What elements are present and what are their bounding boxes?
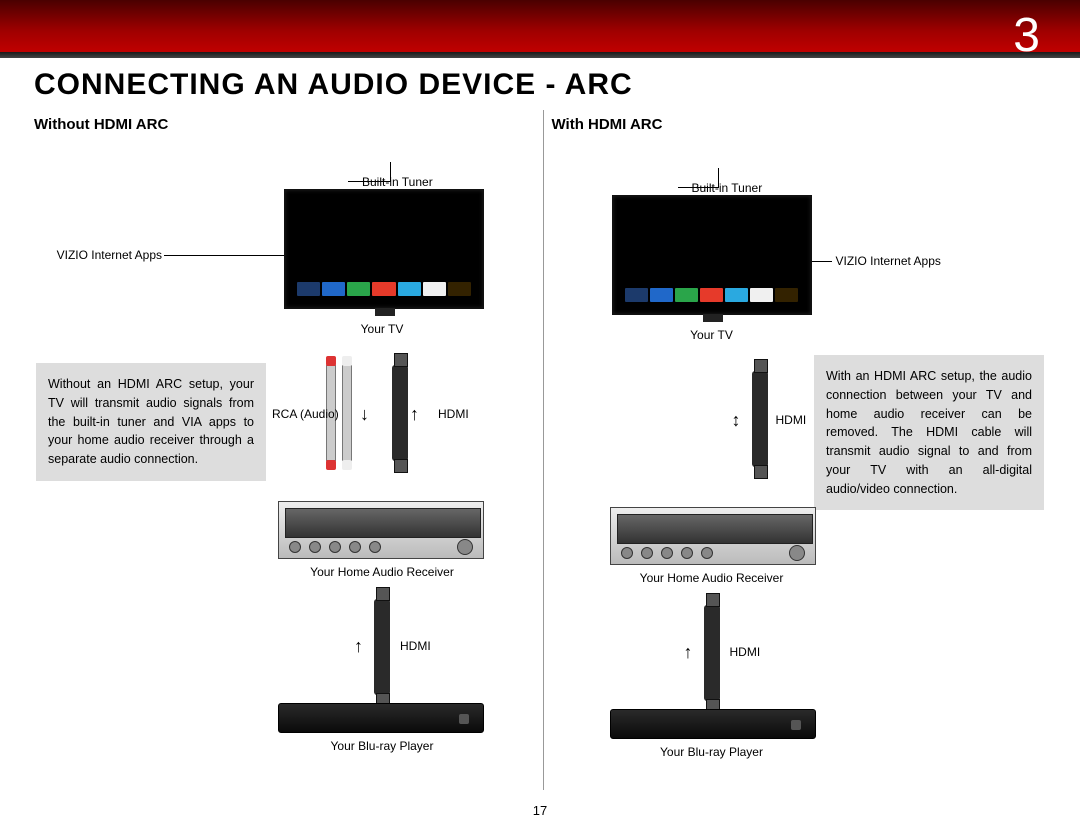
page-number: 17: [0, 803, 1080, 818]
receiver-icon: [278, 501, 484, 559]
hdmi-cable-icon: [752, 371, 768, 467]
header-shadow: [0, 52, 1080, 58]
label-tv: Your TV: [282, 322, 482, 336]
hdmi-cable-icon: [704, 605, 720, 701]
bluray-icon: [610, 709, 816, 739]
column-with-arc: With HDMI ARC Built-in Tuner VIZIO Inter…: [552, 110, 1053, 790]
arrow-up-icon: ↑: [684, 643, 693, 661]
label-bluray: Your Blu-ray Player: [282, 739, 482, 753]
app-row-icon: [297, 282, 471, 296]
left-description: Without an HDMI ARC setup, your TV will …: [36, 363, 266, 481]
app-row-icon: [625, 288, 799, 302]
bluray-icon: [278, 703, 484, 733]
cable-row-bottom: [374, 599, 390, 695]
label-hdmi-bottom: HDMI: [400, 639, 431, 653]
label-hdmi-bottom: HDMI: [730, 645, 761, 659]
chapter-header-bar: 3: [0, 0, 1080, 52]
label-hdmi-top: HDMI: [438, 407, 469, 421]
column-divider: [543, 110, 544, 790]
tv-icon: [612, 195, 812, 315]
label-receiver: Your Home Audio Receiver: [282, 565, 482, 579]
callout-tuner: Built-in Tuner: [362, 175, 433, 189]
right-description: With an HDMI ARC setup, the audio connec…: [814, 355, 1044, 510]
label-hdmi-top: HDMI: [776, 413, 807, 427]
label-bluray: Your Blu-ray Player: [612, 745, 812, 759]
left-diagram: Built-in Tuner VIZIO Internet Apps Witho…: [34, 147, 535, 767]
right-diagram: Built-in Tuner VIZIO Internet Apps With …: [552, 147, 1053, 767]
label-tv: Your TV: [612, 328, 812, 342]
column-without-arc: Without HDMI ARC Built-in Tuner VIZIO In…: [34, 110, 535, 790]
tv-illustration: [284, 189, 484, 309]
cable-row-top: [752, 371, 768, 467]
arrow-up-icon: ↑: [410, 405, 419, 423]
callout-tuner: Built-in Tuner: [692, 181, 763, 195]
hdmi-cable-icon: [392, 365, 408, 461]
callout-line-apps: [164, 255, 294, 256]
content-columns: Without HDMI ARC Built-in Tuner VIZIO In…: [0, 110, 1080, 790]
label-receiver: Your Home Audio Receiver: [612, 571, 812, 585]
left-subhead: Without HDMI ARC: [34, 116, 535, 133]
receiver-icon: [610, 507, 816, 565]
hdmi-cable-icon: [374, 599, 390, 695]
arrow-up-icon: ↑: [354, 637, 363, 655]
cable-row-bottom: [704, 605, 720, 701]
tv-icon: [284, 189, 484, 309]
right-subhead: With HDMI ARC: [552, 116, 1053, 133]
arrow-updown-icon: ↕: [732, 411, 741, 429]
chapter-number: 3: [1013, 8, 1040, 63]
page-title: CONNECTING AN AUDIO DEVICE - ARC: [34, 68, 1080, 102]
arrow-down-icon: ↓: [360, 405, 369, 423]
tv-illustration: [612, 195, 812, 315]
callout-apps: VIZIO Internet Apps: [42, 248, 162, 262]
callout-apps: VIZIO Internet Apps: [836, 254, 941, 268]
label-rca: RCA (Audio): [272, 407, 339, 421]
